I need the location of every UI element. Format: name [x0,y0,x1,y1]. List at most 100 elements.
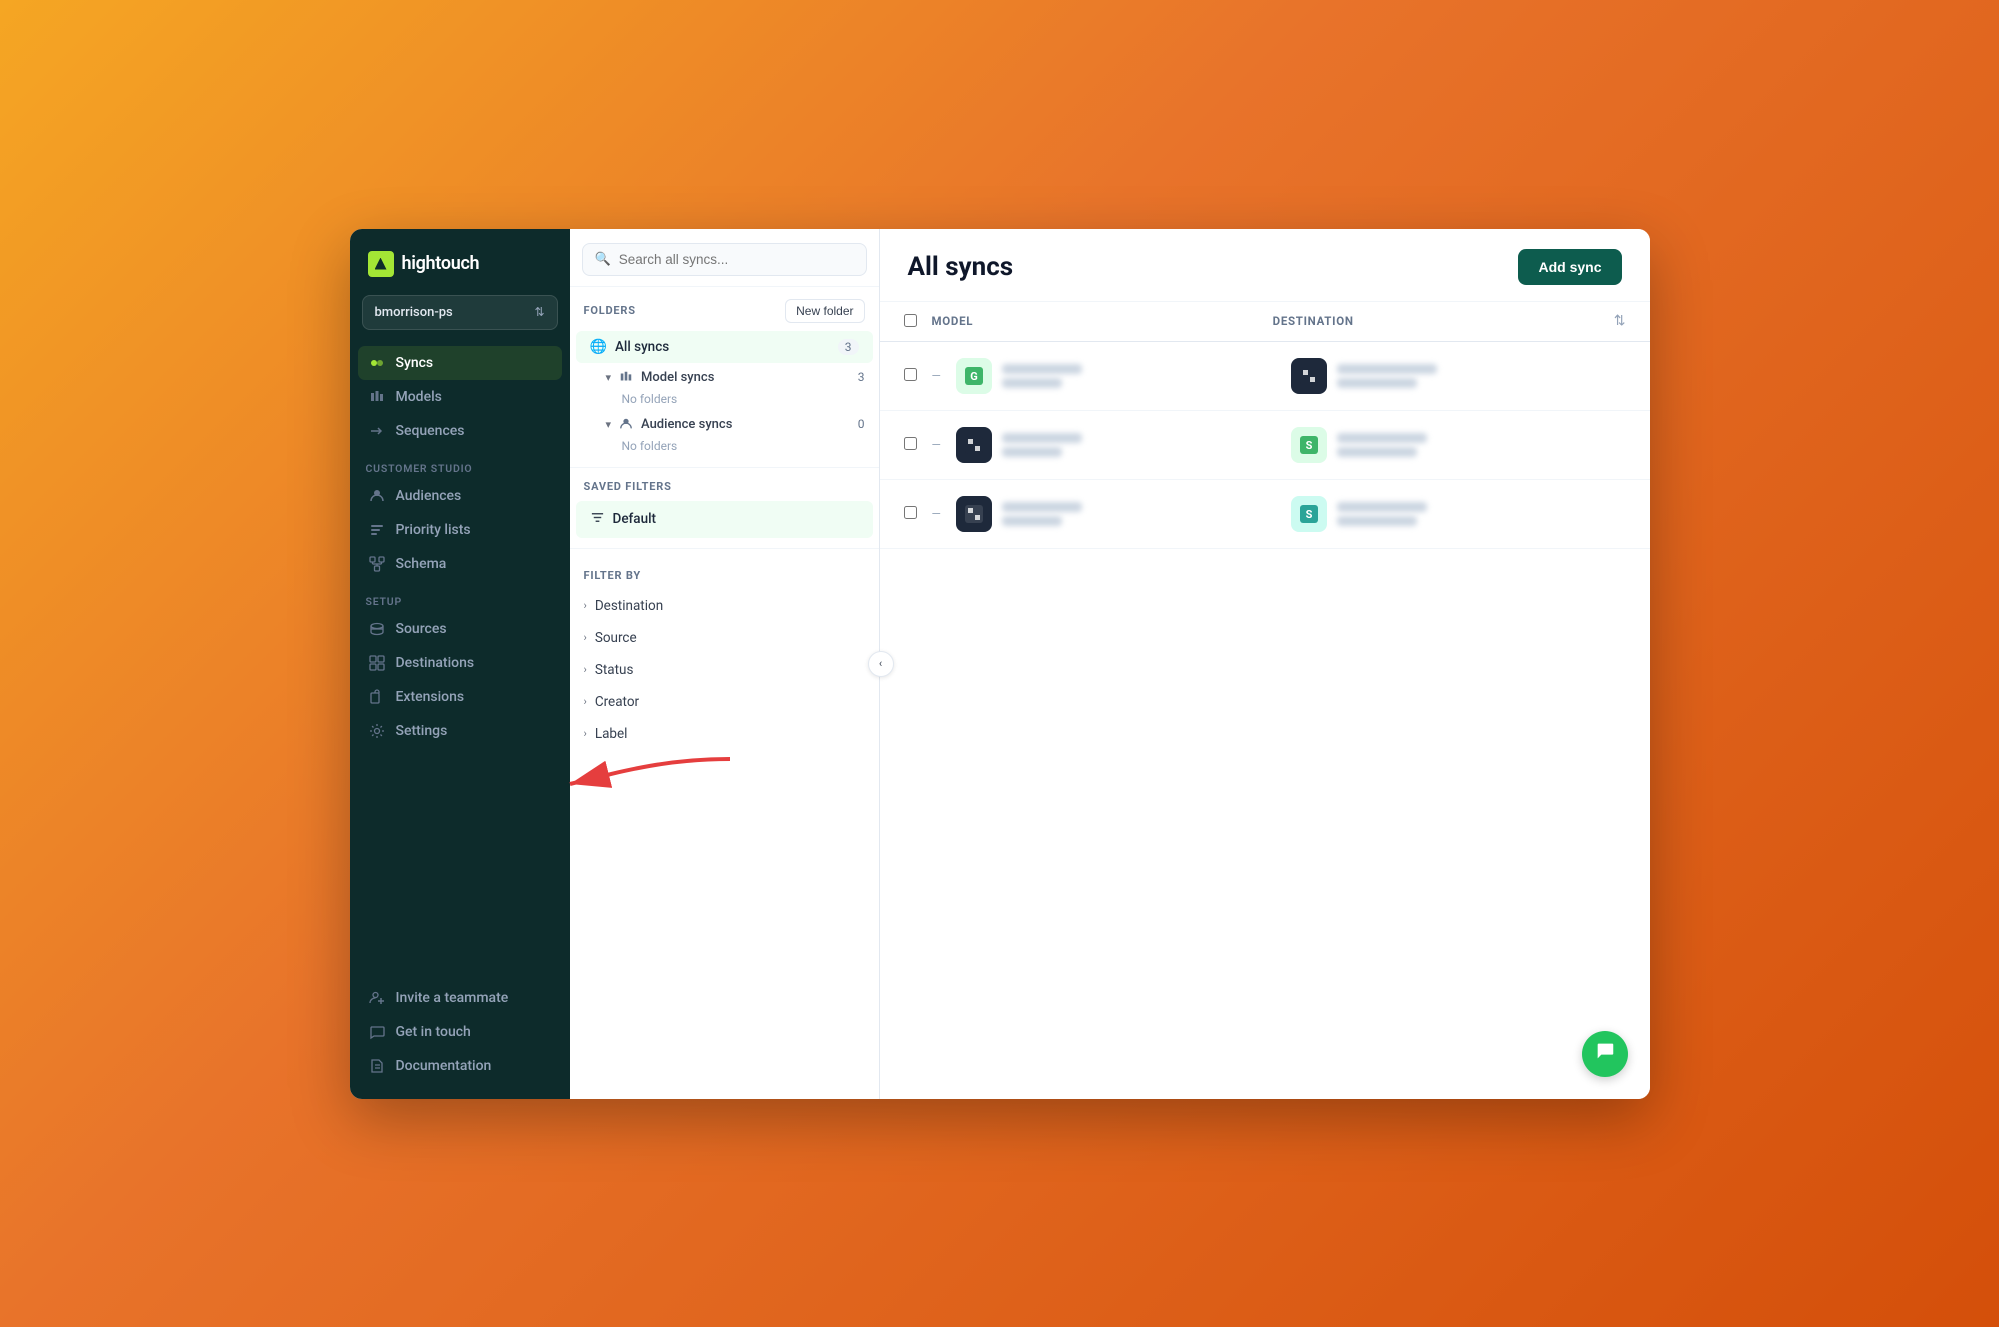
sidebar-item-schema[interactable]: Schema [358,547,562,581]
sidebar-item-invite-label: Invite a teammate [396,990,509,1006]
sidebar-item-models[interactable]: Models [358,380,562,414]
logo-text: hightouch [402,253,480,274]
model-blur-line-1b [1002,378,1062,388]
new-folder-button[interactable]: New folder [785,299,864,323]
filter-source-label: Source [595,630,637,646]
sidebar-item-extensions[interactable]: Extensions [358,680,562,714]
sidebar-item-sources-label: Sources [396,621,447,637]
settings-icon [368,722,386,740]
source-expand-icon: › [584,631,587,644]
model-syncs-count: 3 [858,370,865,384]
sidebar-item-settings[interactable]: Settings [358,714,562,748]
sidebar-item-sequences[interactable]: Sequences [358,414,562,448]
sources-icon [368,620,386,638]
filter-status[interactable]: › Status [570,654,879,686]
model-blur-line-2a [1002,433,1082,443]
status-expand-icon: › [584,663,587,676]
filter-source[interactable]: › Source [570,622,879,654]
filter-destination[interactable]: › Destination [570,590,879,622]
search-icon: 🔍 [595,252,611,267]
sidebar-item-invite[interactable]: Invite a teammate [358,981,562,1015]
chat-fab-button[interactable] [1582,1031,1628,1077]
logo: hightouch [350,229,570,295]
sidebar-item-sources[interactable]: Sources [358,612,562,646]
dest-blur-line-3a [1337,502,1427,512]
all-syncs-label: All syncs [615,339,669,355]
sidebar-item-audiences-label: Audiences [396,488,462,504]
row-status-1: — [932,369,946,383]
all-syncs-folder-left: 🌐 All syncs [590,339,670,355]
model-icon-3 [956,496,992,532]
sidebar-item-syncs-label: Syncs [396,355,434,371]
invite-icon [368,989,386,1007]
page-title: All syncs [908,252,1014,282]
destination-column-header: DESTINATION [1273,314,1614,328]
main-content: All syncs Add sync MODEL DESTINATION ⇅ —… [880,229,1650,1099]
sequences-icon [368,422,386,440]
sidebar-item-syncs[interactable]: Syncs [358,346,562,380]
row-destination-2: S [1291,427,1626,463]
collapse-panel-button[interactable]: ‹ [868,651,894,677]
table-row[interactable]: — S [880,411,1650,480]
search-input-wrap[interactable]: 🔍 [582,243,867,276]
dest-blur-line-1b [1337,378,1417,388]
default-filter[interactable]: Default [576,501,873,538]
sidebar-item-models-label: Models [396,389,442,405]
model-icon-1: G [956,358,992,394]
customer-studio-nav: CUSTOMER STUDIO Audiences Priority lists… [350,452,570,581]
sidebar-item-audiences[interactable]: Audiences [358,479,562,513]
sort-icon[interactable]: ⇅ [1614,313,1626,329]
row-model-3 [956,496,1291,532]
filter-destination-label: Destination [595,598,663,614]
search-bar: 🔍 [570,229,879,287]
filter-label-label: Label [595,726,628,742]
filter-creator[interactable]: › Creator [570,686,879,718]
audience-syncs-row[interactable]: ▾ Audience syncs 0 [570,412,879,437]
sidebar-item-priority-lists[interactable]: Priority lists [358,513,562,547]
middle-panel: 🔍 FOLDERS New folder 🌐 All syncs 3 ▾ Mod… [570,229,880,1099]
filter-creator-label: Creator [595,694,639,710]
destinations-icon [368,654,386,672]
sidebar-item-documentation[interactable]: Documentation [358,1049,562,1083]
sidebar-item-get-in-touch-label: Get in touch [396,1024,471,1040]
model-syncs-chevron-icon: ▾ [606,371,612,384]
dest-blur-line-2b [1337,447,1417,457]
audience-syncs-count: 0 [858,417,865,431]
filter-label[interactable]: › Label [570,718,879,750]
sidebar-item-priority-lists-label: Priority lists [396,522,471,538]
model-syncs-no-folders: No folders [570,390,879,412]
row-destination-1 [1291,358,1626,394]
row-model-1: G [956,358,1291,394]
row-model-2 [956,427,1291,463]
audience-syncs-no-folders: No folders [570,437,879,459]
model-text-1 [1002,364,1082,388]
syncs-icon [368,354,386,372]
dest-text-1 [1337,364,1437,388]
dest-icon-1 [1291,358,1327,394]
model-syncs-row[interactable]: ▾ Model syncs 3 [570,365,879,390]
dest-icon-2: S [1291,427,1327,463]
priority-lists-icon [368,521,386,539]
row-checkbox-1[interactable] [904,366,932,385]
sidebar-item-destinations[interactable]: Destinations [358,646,562,680]
row-checkbox-3[interactable] [904,504,932,523]
destination-expand-icon: › [584,599,587,612]
row-checkbox-2[interactable] [904,435,932,454]
filter-by-label: FILTER BY [570,557,879,590]
workspace-selector[interactable]: bmorrison-ps ⇅ [362,295,558,330]
customer-studio-label: CUSTOMER STUDIO [358,452,562,479]
model-column-header: MODEL [932,314,1273,328]
model-blur-line-2b [1002,447,1062,457]
all-syncs-folder[interactable]: 🌐 All syncs 3 [576,331,873,363]
model-syncs-left: ▾ Model syncs [606,370,715,385]
row-destination-3: S [1291,496,1626,532]
filter-icon [590,510,605,529]
sidebar-item-get-in-touch[interactable]: Get in touch [358,1015,562,1049]
search-input[interactable] [619,252,854,267]
select-all-checkbox[interactable] [904,314,917,327]
header-checkbox[interactable] [904,312,932,331]
table-row[interactable]: — G [880,342,1650,411]
add-sync-button[interactable]: Add sync [1518,249,1621,285]
table-row[interactable]: — S [880,480,1650,549]
model-blur-line-3a [1002,502,1082,512]
